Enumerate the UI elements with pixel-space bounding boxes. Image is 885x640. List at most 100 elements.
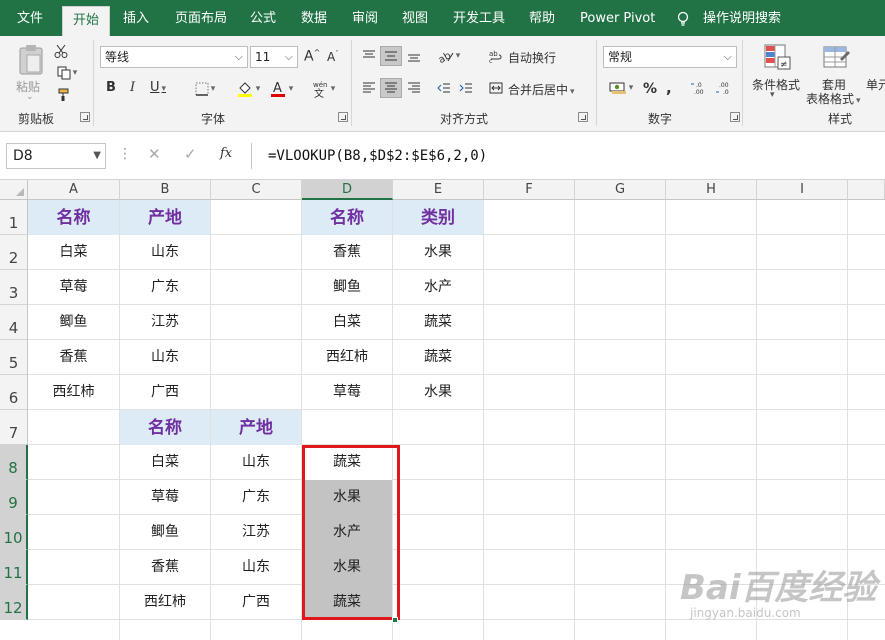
cell-c12[interactable]: 广西	[211, 585, 301, 620]
row-header-10[interactable]: 10	[0, 515, 28, 550]
format-as-table-button[interactable]: 表格格式 ▾	[806, 90, 861, 107]
enter-icon[interactable]: ✓	[184, 145, 197, 163]
cell-c11[interactable]: 山东	[211, 550, 301, 585]
cell-b1[interactable]: 产地	[120, 200, 210, 235]
column-header-g[interactable]: G	[575, 180, 666, 200]
cell-c10[interactable]: 江苏	[211, 515, 301, 550]
currency-icon[interactable]: ▾	[605, 78, 637, 98]
fill-handle[interactable]	[392, 617, 398, 623]
font-launcher-icon[interactable]	[338, 112, 348, 122]
column-header-i[interactable]: I	[757, 180, 848, 200]
more-options-icon[interactable]: ⋮	[118, 146, 132, 162]
cell-a5[interactable]: 香蕉	[28, 340, 119, 375]
increase-indent-icon[interactable]	[456, 78, 476, 98]
cell-e5[interactable]: 蔬菜	[393, 340, 483, 375]
row-header-3[interactable]: 3	[0, 270, 28, 305]
insert-function-icon[interactable]: fx	[220, 146, 232, 161]
cell-d6[interactable]: 草莓	[302, 375, 392, 410]
tab-developer[interactable]: 开发工具	[453, 0, 505, 36]
align-bottom-icon[interactable]	[404, 46, 424, 66]
cell-b4[interactable]: 江苏	[120, 305, 210, 340]
row-header-4[interactable]: 4	[0, 305, 28, 340]
tab-file[interactable]: 文件	[17, 0, 43, 36]
cell-b9[interactable]: 草莓	[120, 480, 210, 515]
cell-d8[interactable]: 蔬菜	[302, 445, 392, 480]
cell-b8[interactable]: 白菜	[120, 445, 210, 480]
cell-d5[interactable]: 西红柿	[302, 340, 392, 375]
column-header-e[interactable]: E	[393, 180, 484, 200]
cell-d2[interactable]: 香蕉	[302, 235, 392, 270]
cell-b12[interactable]: 西红柿	[120, 585, 210, 620]
cell-d1[interactable]: 名称	[302, 200, 392, 235]
cell-e2[interactable]: 水果	[393, 235, 483, 270]
increase-decimal-icon[interactable]: .0.00	[688, 78, 712, 98]
align-left-icon[interactable]	[359, 78, 379, 98]
tab-review[interactable]: 审阅	[352, 0, 378, 36]
name-box[interactable]: D8 ▼	[6, 143, 106, 169]
clipboard-launcher-icon[interactable]	[80, 112, 90, 122]
paste-icon[interactable]	[14, 42, 48, 76]
format-as-table-icon[interactable]	[821, 42, 851, 72]
tab-page-layout[interactable]: 页面布局	[175, 0, 227, 36]
cell-a3[interactable]: 草莓	[28, 270, 119, 305]
bold-icon[interactable]: B	[106, 80, 116, 95]
underline-icon[interactable]: U ▾	[150, 80, 166, 95]
align-middle-icon[interactable]	[380, 46, 402, 66]
cell-a6[interactable]: 西红柿	[28, 375, 119, 410]
cell-c8[interactable]: 山东	[211, 445, 301, 480]
cell-d11[interactable]: 水果	[302, 550, 392, 585]
cell-styles-button[interactable]: 单元	[866, 76, 885, 93]
tab-view[interactable]: 视图	[402, 0, 428, 36]
lightbulb-icon[interactable]	[676, 0, 690, 36]
cell-b5[interactable]: 山东	[120, 340, 210, 375]
font-color-icon[interactable]: A ▾	[266, 78, 296, 100]
wrap-text-button[interactable]: 自动换行	[508, 49, 556, 66]
merge-center-icon[interactable]	[487, 78, 505, 98]
tab-formulas[interactable]: 公式	[250, 0, 276, 36]
cell-d10[interactable]: 水产	[302, 515, 392, 550]
align-top-icon[interactable]	[359, 46, 379, 66]
orientation-icon[interactable]: ab ▾	[434, 46, 464, 66]
row-header-2[interactable]: 2	[0, 235, 28, 270]
wrap-text-icon[interactable]: ab c	[487, 46, 505, 66]
align-center-icon[interactable]	[380, 78, 402, 98]
tab-home[interactable]: 开始	[62, 6, 111, 36]
cell-b6[interactable]: 广西	[120, 375, 210, 410]
cell-c7[interactable]: 产地	[211, 410, 301, 445]
paste-dropdown-icon[interactable]: ⌄	[26, 92, 34, 102]
grow-font-icon[interactable]: A^	[304, 48, 320, 65]
row-header-8[interactable]: 8	[0, 445, 28, 480]
column-header-h[interactable]: H	[666, 180, 757, 200]
shrink-font-icon[interactable]: Aˇ	[327, 50, 339, 64]
row-header-5[interactable]: 5	[0, 340, 28, 375]
italic-icon[interactable]: I	[130, 80, 135, 95]
column-header-b[interactable]: B	[120, 180, 211, 200]
cancel-icon[interactable]: ✕	[148, 145, 161, 163]
font-size-combo[interactable]: 11 ⌵	[250, 46, 298, 68]
cell-b7[interactable]: 名称	[120, 410, 210, 445]
cell-c9[interactable]: 广东	[211, 480, 301, 515]
cell-a1[interactable]: 名称	[28, 200, 119, 235]
formula-input[interactable]: =VLOOKUP(B8,$D$2:$E$6,2,0)	[251, 143, 885, 169]
format-painter-icon[interactable]	[52, 86, 72, 104]
cell-e4[interactable]: 蔬菜	[393, 305, 483, 340]
search-tell-me[interactable]: 操作说明搜索	[703, 0, 781, 36]
conditional-formatting-icon[interactable]: ≠	[762, 42, 792, 72]
percent-button[interactable]: %	[643, 81, 657, 97]
cell-a2[interactable]: 白菜	[28, 235, 119, 270]
tab-power-pivot[interactable]: Power Pivot	[580, 0, 655, 36]
number-launcher-icon[interactable]	[730, 112, 740, 122]
decrease-decimal-icon[interactable]: .00.0	[713, 78, 737, 98]
tab-insert[interactable]: 插入	[123, 0, 149, 36]
fill-color-icon[interactable]: ▾	[233, 78, 263, 100]
copy-icon[interactable]: ▾	[52, 64, 82, 82]
cell-d4[interactable]: 白菜	[302, 305, 392, 340]
borders-icon[interactable]: ▾	[190, 80, 220, 98]
font-name-combo[interactable]: 等线 ⌵	[100, 46, 248, 68]
column-header-a[interactable]: A	[28, 180, 120, 200]
cell-d9[interactable]: 水果	[302, 480, 392, 515]
cell-d3[interactable]: 鲫鱼	[302, 270, 392, 305]
row-header-9[interactable]: 9	[0, 480, 28, 515]
cell-e1[interactable]: 类别	[393, 200, 483, 235]
cell-e3[interactable]: 水产	[393, 270, 483, 305]
